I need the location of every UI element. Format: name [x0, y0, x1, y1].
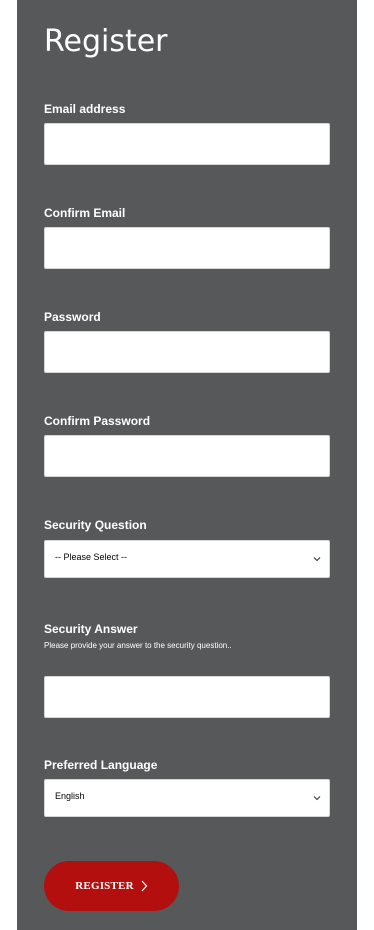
email-field[interactable]	[44, 123, 330, 165]
confirm-email-field[interactable]	[44, 227, 330, 269]
security-question-value: -- Please Select --	[55, 552, 128, 562]
email-label: Email address	[44, 102, 126, 116]
preferred-language-select[interactable]: English	[44, 779, 330, 817]
password-label: Password	[44, 310, 101, 324]
confirm-password-field[interactable]	[44, 435, 330, 477]
password-field[interactable]	[44, 331, 330, 373]
chevron-right-icon	[141, 880, 148, 892]
security-question-label: Security Question	[44, 518, 147, 532]
page-title: Register	[44, 24, 168, 59]
register-button-label: REGISTER	[75, 880, 134, 892]
preferred-language-value: English	[55, 791, 85, 801]
register-button[interactable]: REGISTER	[44, 861, 179, 911]
chevron-down-icon	[313, 796, 321, 801]
security-answer-label: Security Answer	[44, 622, 138, 636]
security-answer-field[interactable]	[44, 676, 330, 718]
security-question-select[interactable]: -- Please Select --	[44, 540, 330, 578]
preferred-language-label: Preferred Language	[44, 758, 158, 772]
chevron-down-icon	[313, 557, 321, 562]
security-answer-hint: Please provide your answer to the securi…	[44, 641, 232, 650]
confirm-password-label: Confirm Password	[44, 414, 151, 428]
confirm-email-label: Confirm Email	[44, 206, 126, 220]
